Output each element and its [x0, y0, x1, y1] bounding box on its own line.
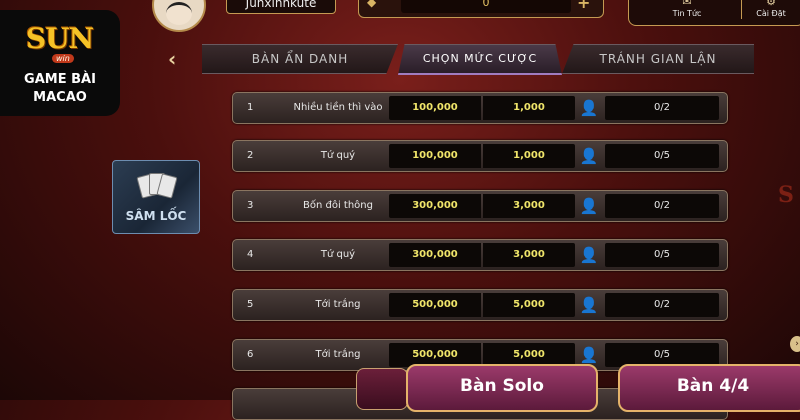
avatar[interactable] — [152, 0, 206, 32]
row-bet: 100,000 — [389, 96, 481, 120]
table-row[interactable]: 3 Bốn đôi thông 300,000 3,000 👤 0/2 — [232, 190, 728, 222]
row-player-count: 0/2 — [605, 293, 719, 317]
row-min-bet: 5,000 — [483, 293, 575, 317]
row-bet: 300,000 — [389, 194, 481, 218]
game-thumbnail-label: SÂM LỐC — [125, 209, 187, 223]
scroll-arrow-icon[interactable]: › — [790, 336, 800, 352]
user-icon: 👤 — [579, 197, 599, 215]
row-player-count: 0/2 — [605, 96, 719, 120]
row-bet: 500,000 — [389, 293, 481, 317]
row-index: 6 — [247, 349, 254, 360]
logo-line2: MACAO — [33, 90, 87, 105]
row-index: 5 — [247, 299, 254, 310]
gear-icon: ⚙ — [766, 0, 776, 8]
settings-label: Cài Đặt — [756, 9, 786, 18]
user-icon: 👤 — [579, 246, 599, 264]
row-bet: 300,000 — [389, 243, 481, 267]
user-icon: 👤 — [579, 99, 599, 117]
settings-button[interactable]: ⚙ Cài Đặt — [741, 0, 800, 21]
row-min-bet: 1,000 — [483, 144, 575, 168]
table-row[interactable]: 1 Nhiều tiền thì vào 100,000 1,000 👤 0/2 — [232, 92, 728, 124]
row-min-bet: 3,000 — [483, 243, 575, 267]
four-player-table-button[interactable]: Bàn 4/4 — [618, 364, 800, 412]
user-icon: 👤 — [579, 296, 599, 314]
row-player-count: 0/5 — [605, 144, 719, 168]
table-row[interactable]: 2 Tứ quý 100,000 1,000 👤 0/5 — [232, 140, 728, 172]
partial-logo-icon: S — [778, 182, 794, 208]
logo-badge: win — [52, 54, 74, 63]
logo-line1: GAME BÀI — [24, 72, 96, 87]
table-row[interactable]: 4 Tứ quý 300,000 3,000 👤 0/5 — [232, 239, 728, 271]
solo-table-button[interactable]: Bàn Solo — [406, 364, 598, 412]
table-row[interactable]: 5 Tới trắng 500,000 5,000 👤 0/2 — [232, 289, 728, 321]
user-icon: 👤 — [579, 147, 599, 165]
table-list: 1 Nhiều tiền thì vào 100,000 1,000 👤 0/2… — [232, 0, 728, 420]
row-index: 1 — [247, 102, 254, 113]
row-index: 3 — [247, 200, 254, 211]
back-chevron-icon[interactable]: ‹ — [168, 48, 188, 70]
row-min-bet: 1,000 — [483, 96, 575, 120]
row-index: 4 — [247, 249, 254, 260]
row-player-count: 0/5 — [605, 243, 719, 267]
sunwin-logo: SUN win GAME BÀI MACAO — [0, 10, 120, 116]
quick-play-button[interactable] — [356, 368, 408, 410]
row-index: 2 — [247, 150, 254, 161]
cards-icon — [133, 171, 179, 201]
row-bet: 100,000 — [389, 144, 481, 168]
row-min-bet: 3,000 — [483, 194, 575, 218]
logo-brand: SUN — [26, 22, 94, 55]
row-player-count: 0/2 — [605, 194, 719, 218]
game-thumbnail[interactable]: SÂM LỐC — [112, 160, 200, 234]
avatar-face — [166, 2, 192, 25]
